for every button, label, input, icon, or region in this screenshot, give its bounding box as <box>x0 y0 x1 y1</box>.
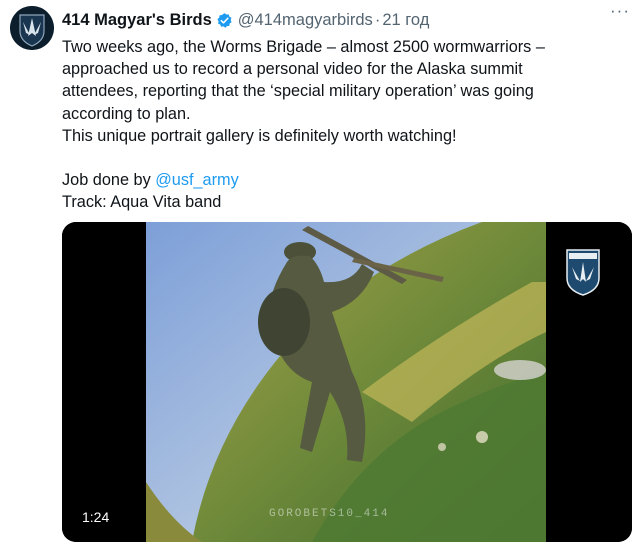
tweet-line: This unique portrait gallery is definite… <box>62 126 457 145</box>
timestamp[interactable]: 21 год <box>382 11 429 30</box>
tweet-body: Two weeks ago, the Worms Brigade – almos… <box>62 36 632 213</box>
tweet-line: attendees, reporting that the ‘special m… <box>62 82 534 101</box>
credit-line: Job done by @usf_army <box>62 169 632 191</box>
video-frame <box>62 222 632 542</box>
mention-link[interactable]: @usf_army <box>155 171 238 189</box>
unit-shield-icon <box>566 249 600 296</box>
separator-dot: · <box>374 10 381 29</box>
video-caption-overlay: GOROBETS10_414 <box>269 508 390 520</box>
display-name[interactable]: 414 Magyar's Birds <box>62 11 212 30</box>
tweet-header: 414 Magyar's Birds @414magyarbirds · 21 … <box>62 1 630 31</box>
author-handle[interactable]: @414magyarbirds <box>238 11 373 30</box>
shield-emblem-icon <box>10 6 54 50</box>
video-player[interactable]: GOROBETS10_414 1:24 <box>62 222 632 542</box>
avatar[interactable] <box>10 6 54 50</box>
track-line: Track: Aqua Vita band <box>62 193 222 212</box>
tweet-line: approached us to record a personal video… <box>62 60 523 79</box>
video-duration-badge: 1:24 <box>74 505 118 529</box>
verified-badge-icon <box>217 12 232 28</box>
tweet-line: according to plan. <box>62 104 191 123</box>
credit-prefix: Job done by <box>62 171 156 190</box>
more-dots-icon[interactable]: ··· <box>610 1 630 21</box>
tweet-line: Two weeks ago, the Worms Brigade – almos… <box>62 38 545 56</box>
